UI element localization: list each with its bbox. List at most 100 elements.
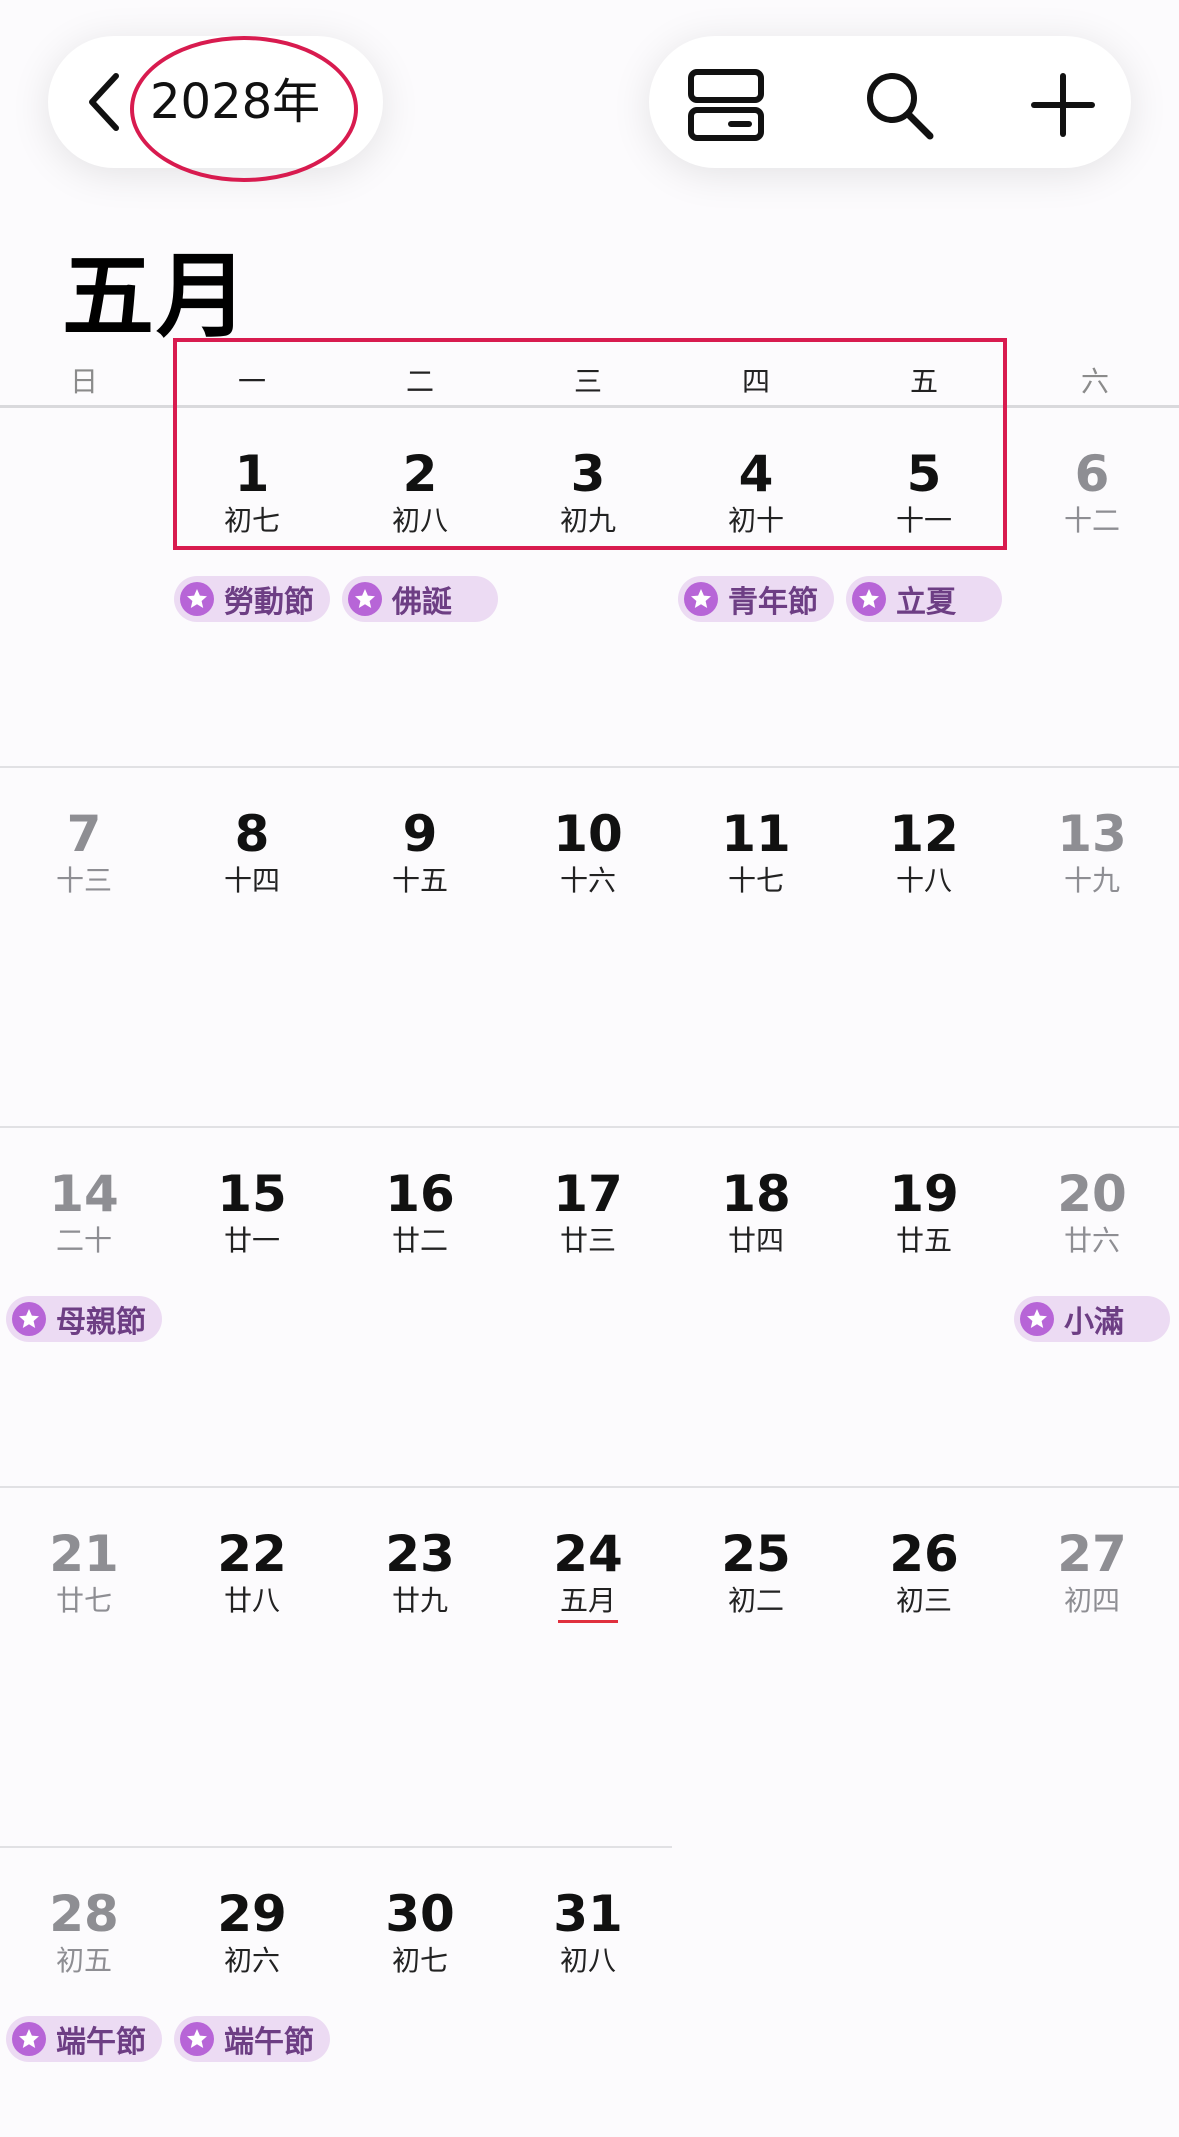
lunar-date: 初八 — [559, 1944, 616, 1977]
day-number: 22 — [217, 1525, 287, 1583]
holiday-label: 佛誕 — [392, 585, 452, 620]
day-cell[interactable]: 28 初五 — [0, 1884, 168, 1978]
holiday-label: 端午節 — [56, 2025, 146, 2060]
day-number: 15 — [217, 1165, 287, 1223]
lunar-date: 廿七 — [55, 1584, 112, 1617]
day-number: 31 — [553, 1885, 623, 1943]
day-number: 20 — [1057, 1165, 1127, 1223]
star-icon — [180, 582, 214, 616]
lunar-date: 五月 — [559, 1584, 616, 1617]
week-divider — [0, 766, 1179, 768]
day-number: 8 — [234, 805, 270, 863]
day-number: 14 — [49, 1165, 119, 1223]
day-cell[interactable]: 18 廿四 — [672, 1164, 840, 1258]
lunar-date: 十三 — [55, 864, 112, 897]
lunar-date: 初五 — [55, 1944, 112, 1977]
holiday-chip[interactable]: 立夏 — [846, 576, 1002, 622]
day-cell[interactable]: 16 廿二 — [336, 1164, 504, 1258]
day-cell[interactable]: 6 十二 — [1008, 444, 1176, 538]
day-cell[interactable]: 21 廿七 — [0, 1524, 168, 1618]
today-underline — [558, 1620, 618, 1623]
day-number: 25 — [721, 1525, 791, 1583]
day-cell[interactable]: 8 十四 — [168, 804, 336, 898]
day-cell[interactable]: 7 十三 — [0, 804, 168, 898]
day-number: 19 — [889, 1165, 959, 1223]
star-icon — [12, 1302, 46, 1336]
lunar-date: 廿九 — [391, 1584, 448, 1617]
lunar-date: 廿五 — [895, 1224, 952, 1257]
day-cell[interactable]: 22 廿八 — [168, 1524, 336, 1618]
star-icon — [1020, 1302, 1054, 1336]
day-number: 26 — [889, 1525, 959, 1583]
annotation-rectangle — [173, 338, 1007, 550]
day-number: 29 — [217, 1885, 287, 1943]
day-cell-today[interactable]: 24 五月 — [504, 1524, 672, 1623]
day-cell[interactable]: 11 十七 — [672, 804, 840, 898]
lunar-date: 初二 — [727, 1584, 784, 1617]
lunar-date: 初六 — [223, 1944, 280, 1977]
lunar-date: 十二 — [1063, 504, 1120, 537]
day-number: 21 — [49, 1525, 119, 1583]
lunar-date: 十七 — [727, 864, 784, 897]
holiday-label: 端午節 — [224, 2025, 314, 2060]
day-cell[interactable]: 29 初六 — [168, 1884, 336, 1978]
lunar-date: 廿三 — [559, 1224, 616, 1257]
day-number: 11 — [721, 805, 791, 863]
week-divider — [0, 1126, 1179, 1128]
day-number: 9 — [402, 805, 438, 863]
day-number: 18 — [721, 1165, 791, 1223]
day-cell[interactable]: 17 廿三 — [504, 1164, 672, 1258]
day-cell[interactable]: 31 初八 — [504, 1884, 672, 1978]
holiday-chip[interactable]: 端午節 — [174, 2016, 330, 2062]
holiday-label: 母親節 — [56, 1305, 146, 1340]
day-cell[interactable]: 23 廿九 — [336, 1524, 504, 1618]
holiday-chip[interactable]: 母親節 — [6, 1296, 162, 1342]
day-cell[interactable]: 10 十六 — [504, 804, 672, 898]
star-icon — [180, 2022, 214, 2056]
lunar-date: 廿八 — [223, 1584, 280, 1617]
plus-icon[interactable] — [1024, 66, 1102, 144]
day-number: 10 — [553, 805, 623, 863]
calendar-month-view: 2028年 五月 日 一 二 三 四 五 六 1 初七 2 初八 3 初九 4 初十 5… — [0, 0, 1179, 2137]
weekday-sun: 日 — [69, 365, 98, 398]
day-cell[interactable]: 27 初四 — [1008, 1524, 1176, 1618]
day-number: 28 — [49, 1885, 119, 1943]
holiday-chip[interactable]: 端午節 — [6, 2016, 162, 2062]
day-cell[interactable]: 14 二十 — [0, 1164, 168, 1258]
holiday-label: 小滿 — [1064, 1305, 1124, 1340]
lunar-date: 十六 — [559, 864, 616, 897]
lunar-date: 廿六 — [1063, 1224, 1120, 1257]
star-icon — [852, 582, 886, 616]
day-cell[interactable]: 19 廿五 — [840, 1164, 1008, 1258]
search-icon[interactable] — [860, 66, 938, 144]
star-icon — [12, 2022, 46, 2056]
holiday-label: 青年節 — [728, 585, 818, 620]
holiday-chip[interactable]: 小滿 — [1014, 1296, 1170, 1342]
annotation-circle — [130, 36, 358, 182]
day-number: 30 — [385, 1885, 455, 1943]
holiday-label: 勞動節 — [224, 585, 314, 620]
day-cell[interactable]: 12 十八 — [840, 804, 1008, 898]
list-view-icon[interactable] — [687, 66, 765, 144]
day-cell[interactable]: 30 初七 — [336, 1884, 504, 1978]
chevron-left-icon[interactable] — [84, 70, 124, 134]
day-cell[interactable]: 20 廿六 — [1008, 1164, 1176, 1258]
day-number: 23 — [385, 1525, 455, 1583]
lunar-date: 初四 — [1063, 1584, 1120, 1617]
day-cell[interactable]: 15 廿一 — [168, 1164, 336, 1258]
lunar-date: 十四 — [223, 864, 280, 897]
holiday-label: 立夏 — [896, 585, 956, 620]
day-number: 17 — [553, 1165, 623, 1223]
day-number: 12 — [889, 805, 959, 863]
holiday-chip[interactable]: 青年節 — [678, 576, 834, 622]
star-icon — [348, 582, 382, 616]
day-cell[interactable]: 13 十九 — [1008, 804, 1176, 898]
holiday-chip[interactable]: 佛誕 — [342, 576, 498, 622]
week-divider — [0, 1486, 1179, 1488]
holiday-chip[interactable]: 勞動節 — [174, 576, 330, 622]
day-cell[interactable]: 9 十五 — [336, 804, 504, 898]
day-cell[interactable]: 26 初三 — [840, 1524, 1008, 1618]
day-cell[interactable]: 25 初二 — [672, 1524, 840, 1618]
lunar-date: 廿二 — [391, 1224, 448, 1257]
day-number: 24 — [553, 1525, 623, 1583]
